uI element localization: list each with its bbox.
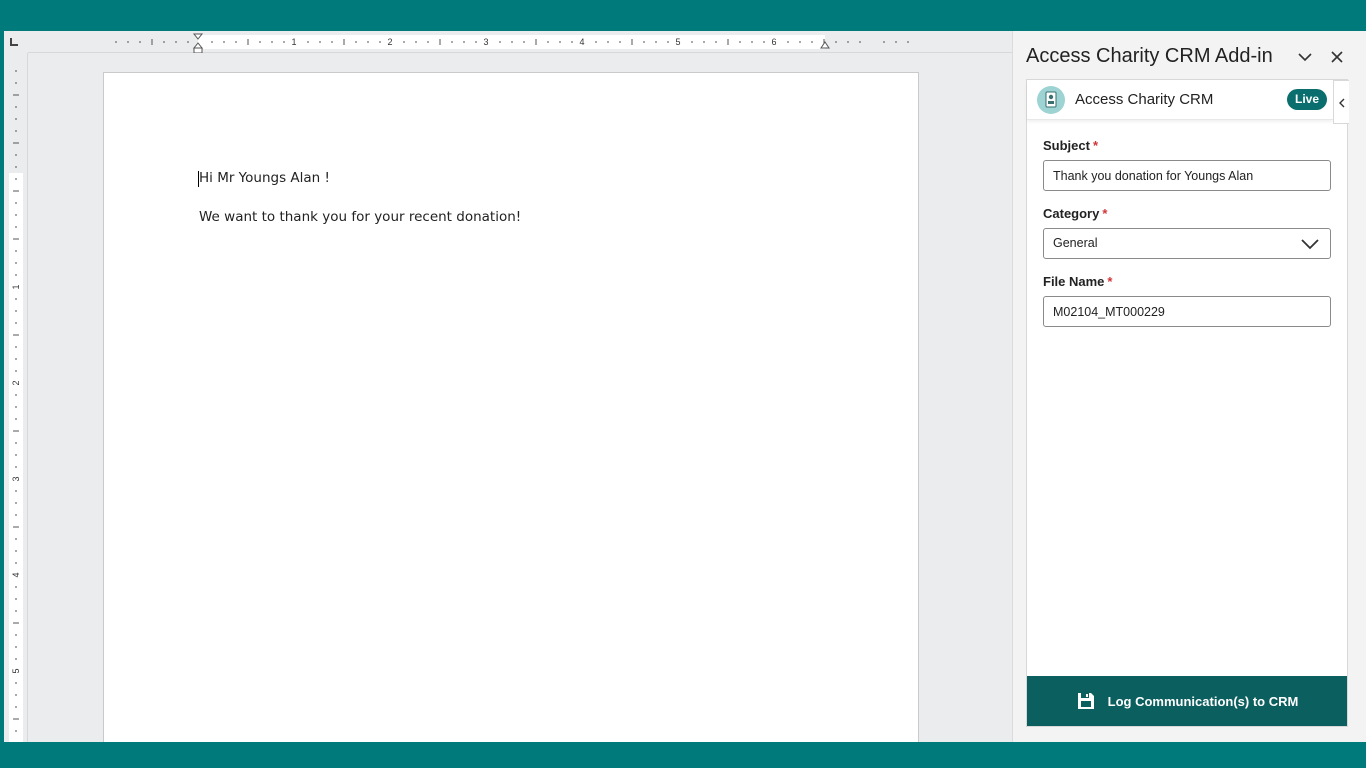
vruler-number: 4 — [11, 572, 21, 577]
category-dropdown[interactable]: General — [1043, 228, 1331, 259]
collapse-tab[interactable] — [1333, 80, 1349, 124]
ruler-number: 4 — [579, 37, 584, 47]
filename-label-text: File Name — [1043, 274, 1105, 289]
close-icon[interactable] — [1327, 47, 1347, 67]
filename-input[interactable] — [1043, 296, 1331, 327]
addin-task-pane: Access Charity CRM Add-in Access Charity… — [1012, 31, 1366, 742]
chevron-down-icon[interactable] — [1295, 47, 1315, 67]
required-marker: * — [1102, 206, 1108, 221]
ruler-number: 1 — [291, 37, 296, 47]
subject-label: Subject * — [1043, 138, 1098, 153]
left-indent-icon — [193, 47, 203, 53]
task-pane-title: Access Charity CRM Add-in — [1026, 45, 1273, 67]
addin-name: Access Charity CRM — [1075, 91, 1214, 108]
filename-label: File Name * — [1043, 274, 1112, 289]
body-line[interactable]: We want to thank you for your recent don… — [199, 209, 521, 225]
vruler-number: 3 — [11, 476, 21, 481]
horizontal-ruler-graphic: 1 2 3 4 5 6 — [115, 33, 909, 53]
category-label-text: Category — [1043, 206, 1100, 221]
chevron-down-icon — [1301, 239, 1319, 250]
vertical-ruler-graphic: 1 2 3 4 5 — [9, 70, 23, 742]
addin-content: Access Charity CRM Live Subject* Categor… — [1026, 79, 1349, 727]
subject-input[interactable] — [1043, 160, 1331, 191]
ruler-number: 2 — [387, 37, 392, 47]
horizontal-ruler[interactable]: 1 2 3 4 5 6 — [28, 31, 1012, 53]
document-page[interactable]: Hi Mr Youngs Alan ! We want to thank you… — [103, 72, 919, 742]
ruler-number: 3 — [483, 37, 488, 47]
subject-label-text: Subject — [1043, 138, 1090, 153]
ruler-number: 6 — [771, 37, 776, 47]
vertical-ruler[interactable]: 1 2 3 4 5 — [4, 53, 28, 742]
tab-selector[interactable] — [10, 38, 18, 46]
chevron-left-icon — [1339, 98, 1345, 108]
required-marker: * — [1092, 138, 1099, 153]
ruler-number: 5 — [675, 37, 680, 47]
category-selected-value: General — [1053, 236, 1098, 250]
save-icon — [1077, 693, 1094, 709]
vruler-number: 5 — [11, 668, 21, 673]
required-marker: * — [1107, 274, 1113, 289]
vruler-page-region — [9, 173, 23, 742]
crm-logo-icon — [1037, 86, 1065, 114]
vruler-number: 1 — [11, 284, 21, 289]
live-status-badge: Live — [1287, 89, 1328, 110]
vruler-number: 2 — [11, 380, 21, 385]
log-communication-button[interactable]: Log Communication(s) to CRM — [1027, 676, 1347, 726]
log-communication-label: Log Communication(s) to CRM — [1107, 693, 1299, 709]
document-window: 1 2 3 4 5 6 1 2 3 4 5 Hi Mr Youngs Alan ! We want… — [4, 31, 1012, 742]
greeting-line[interactable]: Hi Mr Youngs Alan ! — [199, 170, 330, 186]
category-label: Category * — [1043, 206, 1107, 221]
addin-header: Access Charity CRM Live — [1027, 80, 1333, 120]
